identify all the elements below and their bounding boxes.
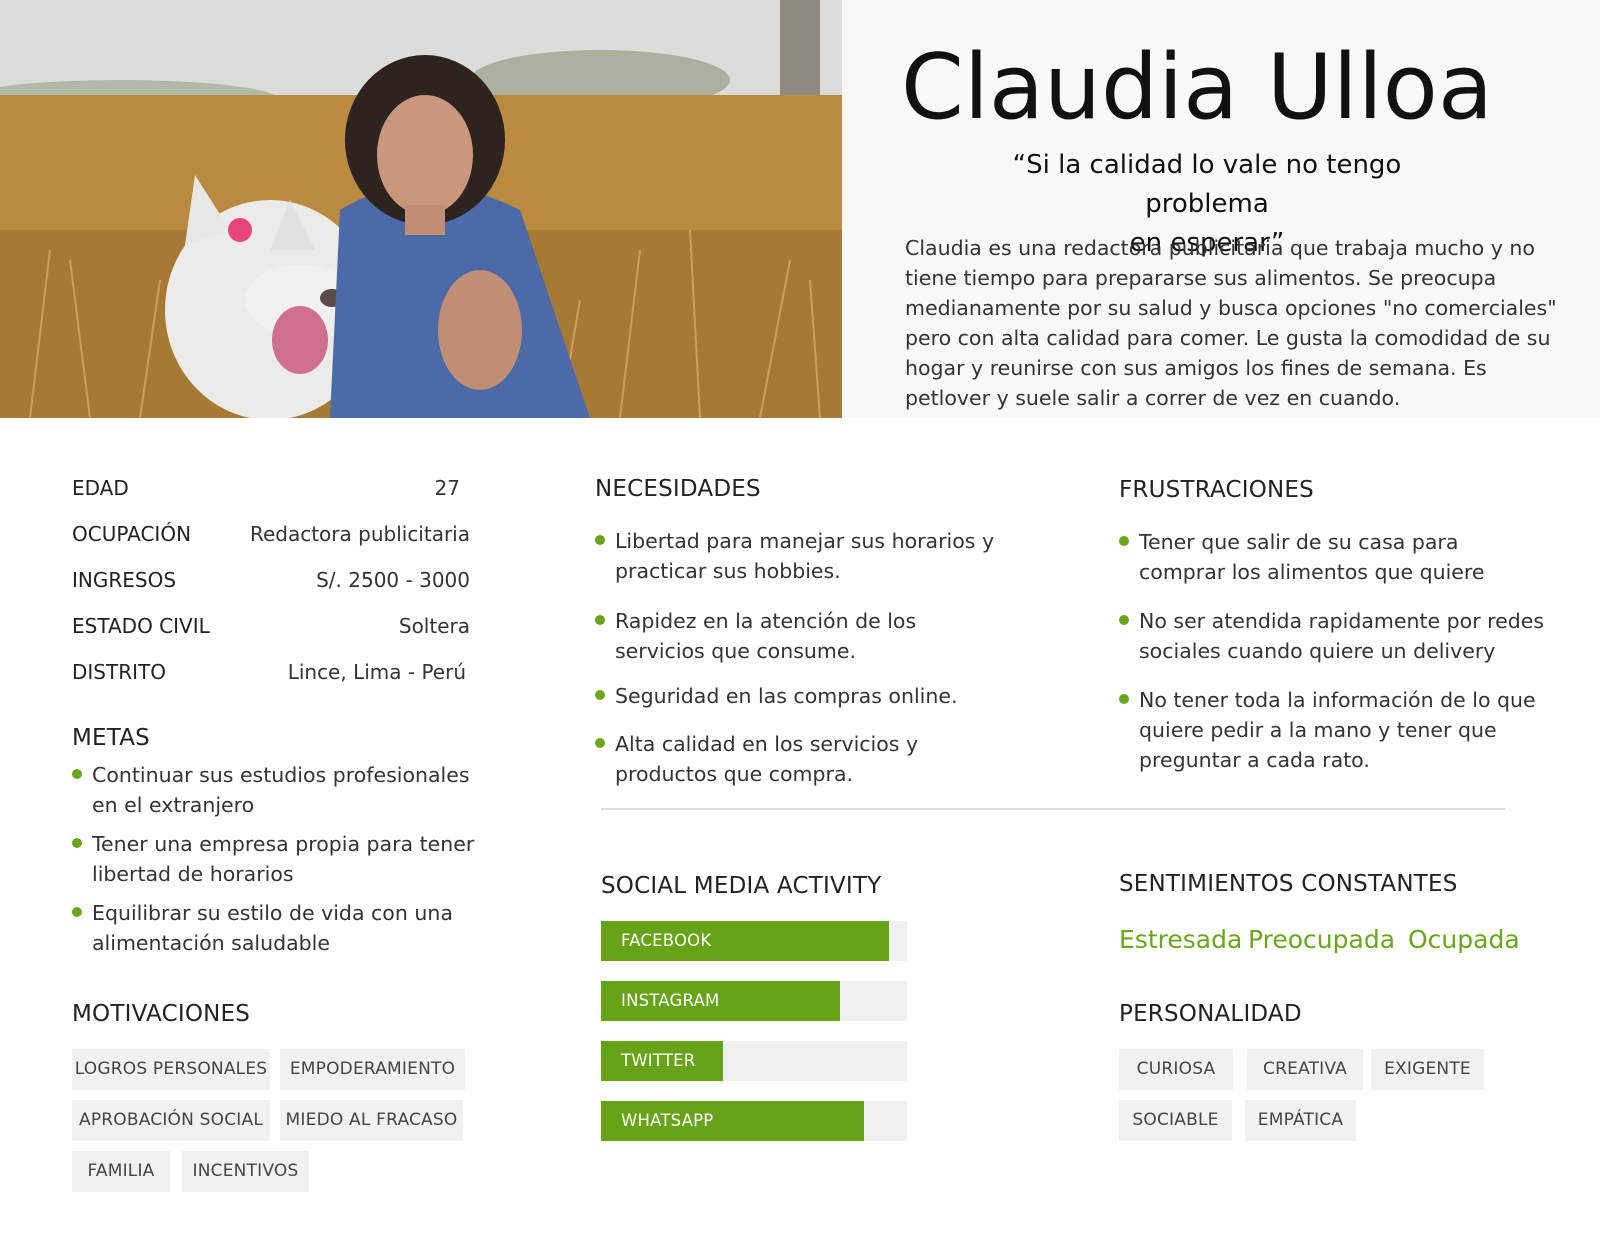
motivation-tag: EMPODERAMIENTO bbox=[280, 1049, 465, 1090]
persona-description: Claudia es una redactora publicitaria qu… bbox=[905, 236, 1557, 410]
profile-label: OCUPACIÓN bbox=[72, 522, 192, 546]
list-item: No tener toda la información de lo que qu… bbox=[1119, 685, 1559, 775]
social-bar-whatsapp: WHATSAPP bbox=[601, 1101, 907, 1141]
personality-tag: CREATIVA bbox=[1247, 1049, 1363, 1090]
bullet-icon bbox=[595, 738, 605, 748]
personalidad-heading: PERSONALIDAD bbox=[1119, 1001, 1302, 1027]
personality-tag: EXIGENTE bbox=[1371, 1049, 1484, 1090]
profile-label: EDAD bbox=[72, 476, 129, 500]
profile-value: Redactora publicitaria bbox=[249, 522, 470, 546]
social-bar-facebook: FACEBOOK bbox=[601, 921, 907, 961]
persona-photo bbox=[0, 0, 842, 418]
list-item: Seguridad en las compras online. bbox=[595, 681, 1015, 711]
metas-list: Continuar sus estudios profesionales en e… bbox=[72, 760, 482, 958]
section-divider bbox=[601, 808, 1505, 810]
social-bar-label: FACEBOOK bbox=[621, 931, 712, 950]
profile-label: DISTRITO bbox=[72, 660, 166, 684]
social-heading: SOCIAL MEDIA ACTIVITY bbox=[601, 873, 882, 899]
motivation-tag: FAMILIA bbox=[72, 1151, 170, 1192]
profile-label: ESTADO CIVIL bbox=[72, 614, 210, 638]
bullet-icon bbox=[72, 907, 82, 917]
bullet-icon bbox=[1119, 615, 1129, 625]
bullet-icon bbox=[1119, 536, 1129, 546]
profile-value: Soltera bbox=[398, 614, 470, 638]
metas-heading: METAS bbox=[72, 725, 150, 751]
profile-row-edad: EDAD 27 bbox=[72, 474, 470, 520]
list-item: Tener que salir de su casa para comprar l… bbox=[1119, 527, 1559, 587]
motivation-tag: LOGROS PERSONALES bbox=[72, 1049, 270, 1090]
profile-row-ocupacion: OCUPACIÓN Redactora publicitaria bbox=[72, 520, 470, 566]
social-bar-label: WHATSAPP bbox=[621, 1111, 714, 1130]
profile-value: Lince, Lima - Perú bbox=[287, 660, 466, 684]
personality-tag: CURIOSA bbox=[1119, 1049, 1233, 1090]
motivation-tag: APROBACIÓN SOCIAL bbox=[72, 1100, 270, 1141]
bullet-icon bbox=[72, 838, 82, 848]
photo-illustration bbox=[0, 0, 842, 418]
social-bar-label: INSTAGRAM bbox=[621, 991, 720, 1010]
profile-row-ingresos: INGRESOS S/. 2500 - 3000 bbox=[72, 566, 470, 612]
sentimientos-heading: SENTIMIENTOS CONSTANTES bbox=[1119, 871, 1458, 897]
profile-row-estado-civil: ESTADO CIVIL Soltera bbox=[72, 612, 470, 658]
frustraciones-heading: FRUSTRACIONES bbox=[1119, 477, 1314, 503]
profile-value: 27 bbox=[434, 476, 460, 500]
list-item: Alta calidad en los servicios y productos… bbox=[595, 729, 1015, 789]
list-item: Tener una empresa propia para tener liber… bbox=[72, 829, 482, 889]
frustraciones-list: Tener que salir de su casa para comprar l… bbox=[1119, 527, 1559, 775]
social-bar-instagram: INSTAGRAM bbox=[601, 981, 907, 1021]
bullet-icon bbox=[595, 535, 605, 545]
bullet-icon bbox=[1119, 694, 1129, 704]
bullet-icon bbox=[595, 690, 605, 700]
feeling-label: Estresada bbox=[1119, 925, 1243, 954]
motivation-tag: MIEDO AL FRACASO bbox=[280, 1100, 463, 1141]
profile-label: INGRESOS bbox=[72, 568, 177, 592]
list-item: Libertad para manejar sus horarios y prac… bbox=[595, 526, 1015, 586]
list-item: Equilibrar su estilo de vida con una alim… bbox=[72, 898, 482, 958]
motivation-tag: INCENTIVOS bbox=[182, 1151, 309, 1192]
list-item: No ser atendida rapidamente por redes soc… bbox=[1119, 606, 1559, 666]
persona-name: Claudia Ulloa bbox=[900, 35, 1494, 140]
bullet-icon bbox=[72, 769, 82, 779]
necesidades-list: Libertad para manejar sus horarios y prac… bbox=[595, 526, 1015, 789]
social-bar-twitter: TWITTER bbox=[601, 1041, 907, 1081]
profile-value: S/. 2500 - 3000 bbox=[316, 568, 470, 592]
personality-tag: SOCIABLE bbox=[1119, 1100, 1232, 1141]
feeling-label: Preocupada bbox=[1248, 925, 1396, 954]
profile-table: EDAD 27 OCUPACIÓN Redactora publicitaria… bbox=[72, 474, 470, 704]
motivaciones-heading: MOTIVACIONES bbox=[72, 1001, 251, 1027]
social-bar-label: TWITTER bbox=[621, 1051, 696, 1070]
quote-line: “Si la calidad lo vale no tengo problema bbox=[1012, 150, 1402, 219]
personality-tag: EMPÁTICA bbox=[1245, 1100, 1356, 1141]
necesidades-heading: NECESIDADES bbox=[595, 476, 761, 502]
feeling-label: Ocupada bbox=[1408, 925, 1520, 954]
profile-row-distrito: DISTRITO Lince, Lima - Perú bbox=[72, 658, 470, 704]
list-item: Continuar sus estudios profesionales en e… bbox=[72, 760, 482, 820]
list-item: Rapidez en la atención de los servicios q… bbox=[595, 606, 1015, 666]
bullet-icon bbox=[595, 615, 605, 625]
